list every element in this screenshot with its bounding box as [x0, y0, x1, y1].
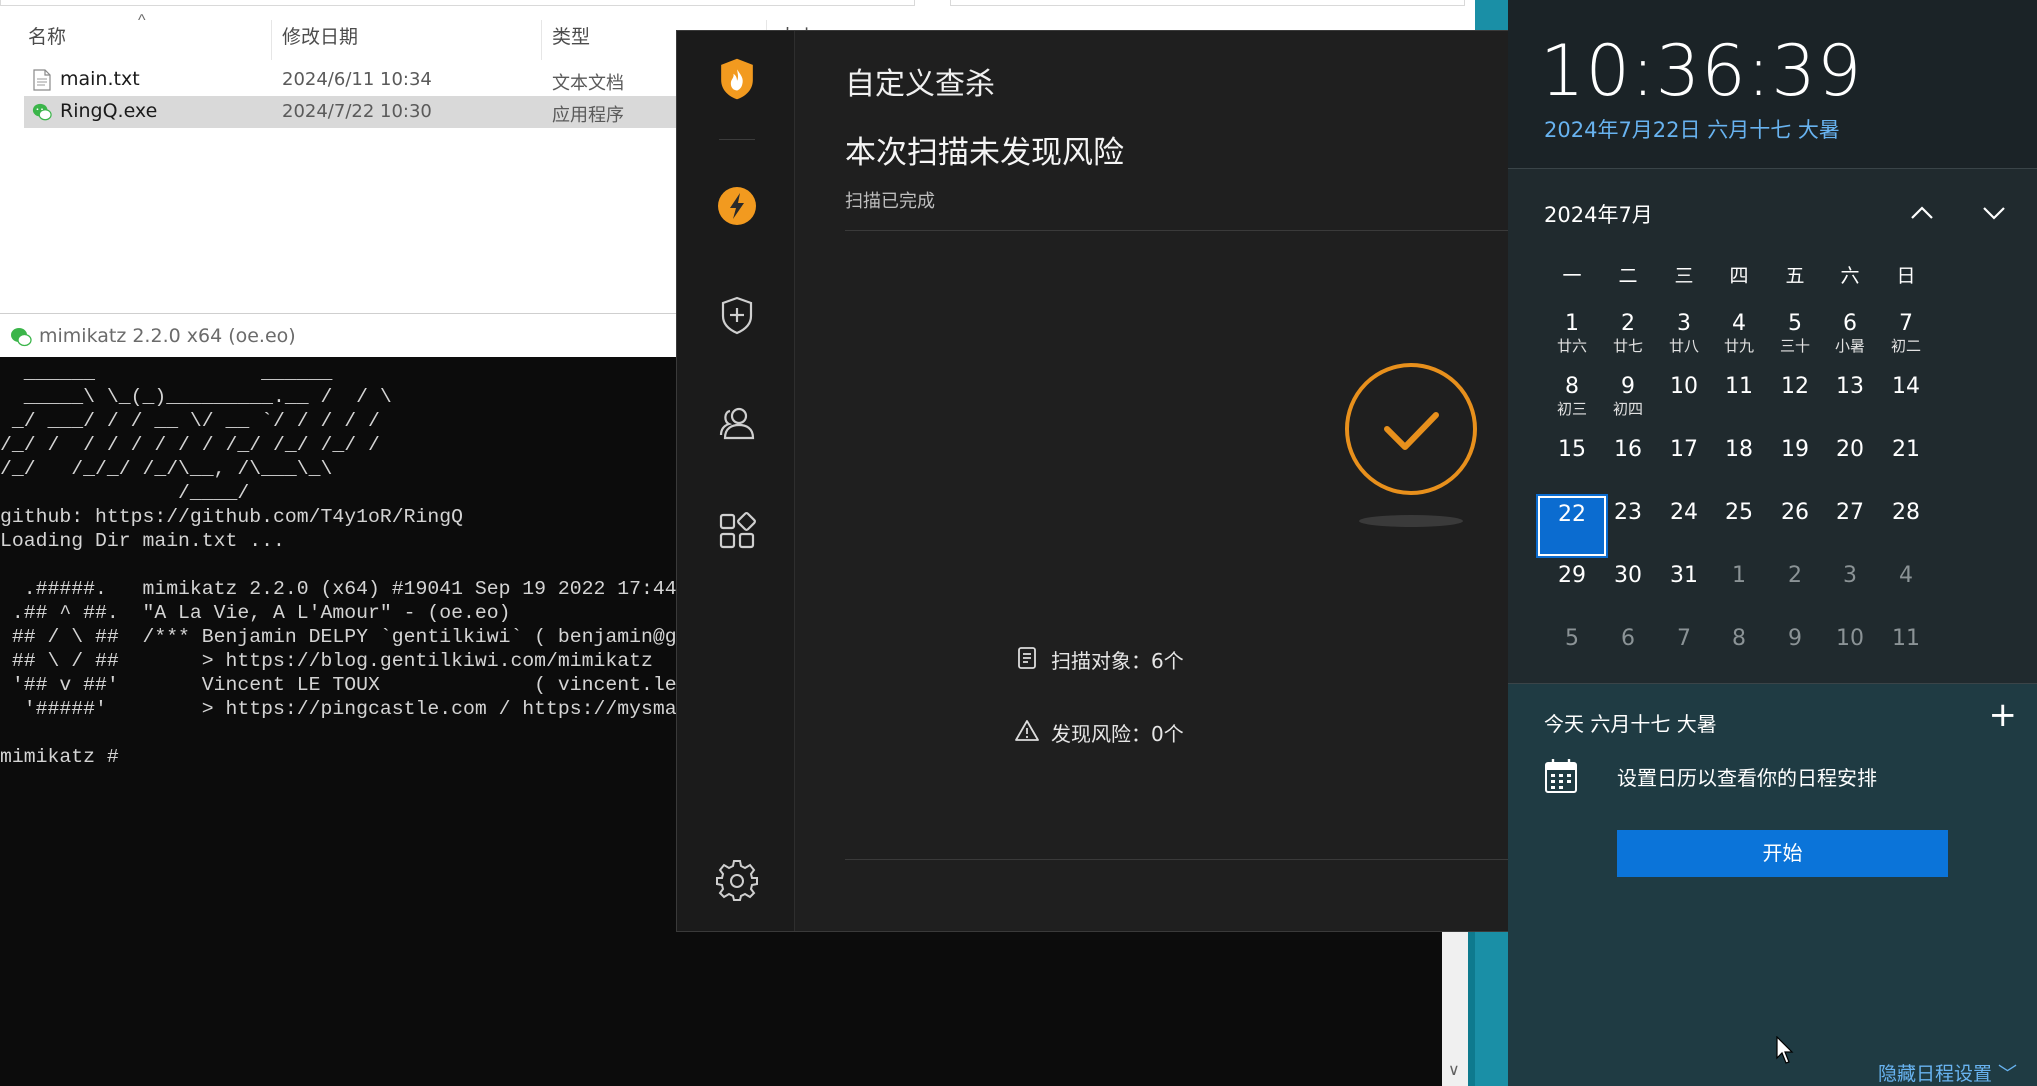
file-date: 2024/7/22 10:30	[282, 101, 432, 122]
file-row-ringq-exe[interactable]: RingQ.exe 2024/7/22 10:30 应用程序	[24, 96, 724, 128]
clock-date-link[interactable]: 2024年7月22日 六月十七 大暑	[1544, 114, 1840, 144]
start-button[interactable]: 开始	[1617, 830, 1948, 877]
calendar-panel: 2024年7月 一二三四五六日 1 廿六 2 廿七 3 廿八 4 廿九 5 三十 6 小暑 7 初二 8 初三 9…	[1508, 168, 2037, 684]
file-type: 文本文档	[552, 73, 624, 94]
check-circle-icon	[1345, 363, 1477, 495]
calendar-day[interactable]: 4	[1872, 559, 1940, 619]
add-event-button[interactable]: +	[1989, 698, 2018, 732]
file-date: 2024/6/11 10:34	[282, 69, 432, 90]
agenda-panel: 今天 六月十七 大暑 + 设置日历以查看你的日程安排 开始 隐藏日程设置 ﹀	[1508, 684, 2037, 1086]
shield-flame-logo-icon	[721, 58, 753, 100]
calendar-day-number: 14	[1892, 374, 1920, 399]
apps-grid-icon[interactable]	[715, 509, 759, 553]
file-type: 应用程序	[552, 105, 624, 126]
sort-ascending-icon: ^	[138, 12, 146, 29]
calendar-day-number: 4	[1899, 563, 1913, 588]
icon-shadow	[1359, 515, 1463, 527]
calendar-weekday-header: 日	[1896, 265, 1916, 287]
explorer-toolbar-fragment	[0, 0, 1475, 8]
clock-time: 10:36:39	[1540, 30, 1863, 112]
document-list-icon	[1018, 647, 1036, 669]
clock-panel: 10:36:39 2024年7月22日 六月十七 大暑	[1508, 0, 2037, 168]
calendar-day[interactable]: 7 初二	[1872, 307, 1940, 367]
lightning-scan-icon[interactable]	[715, 184, 759, 228]
calendar-day-number: 11	[1892, 626, 1920, 651]
page-title: 自定义查杀	[845, 67, 995, 102]
agenda-empty-text: 设置日历以查看你的日程安排	[1617, 766, 1877, 790]
sidebar-divider	[719, 139, 755, 140]
settings-gear-icon[interactable]	[715, 857, 759, 901]
divider	[845, 230, 1511, 231]
chevron-down-icon[interactable]	[1976, 195, 2012, 231]
calendar-day-number: 21	[1892, 437, 1920, 462]
file-name: RingQ.exe	[60, 100, 158, 122]
warning-triangle-icon	[1015, 720, 1039, 741]
calendar-day-number: 28	[1892, 500, 1920, 525]
file-name: main.txt	[60, 68, 140, 90]
calendar-day[interactable]: 21	[1872, 433, 1940, 493]
search-box-fragment[interactable]	[950, 0, 1465, 6]
hide-agenda-link[interactable]: 隐藏日程设置 ﹀	[1878, 1059, 2017, 1086]
chevron-down-icon[interactable]: ∨	[1448, 1060, 1460, 1080]
shield-plus-icon[interactable]	[715, 293, 759, 337]
stat-label: 扫描对象：6个	[1051, 649, 1184, 673]
agenda-today-label: 今天 六月十七 大暑	[1544, 712, 1717, 736]
stat-label: 发现风险：0个	[1051, 722, 1184, 746]
clock-calendar-flyout: 10:36:39 2024年7月22日 六月十七 大暑 2024年7月 一二三四…	[1508, 0, 2037, 1086]
console-title: mimikatz 2.2.0 x64 (oe.eo)	[39, 325, 296, 347]
column-header-type[interactable]: 类型	[552, 22, 590, 52]
column-header-name[interactable]: 名称	[28, 22, 66, 52]
file-row-main-txt[interactable]: main.txt 2024/6/11 10:34 文本文档	[24, 64, 724, 96]
security-app-window: 自定义查杀 本次扫描未发现风险 扫描已完成 扫描对象：6个 发现风险：0个	[676, 30, 1511, 932]
address-bar-fragment[interactable]	[0, 0, 915, 6]
column-divider[interactable]	[271, 20, 272, 60]
calendar-lunar-label: 初二	[1890, 337, 1921, 355]
divider	[845, 859, 1511, 860]
wechat-app-icon	[11, 328, 32, 347]
users-icon[interactable]	[715, 401, 759, 445]
security-sidebar	[677, 31, 795, 931]
scan-result-headline: 本次扫描未发现风险	[845, 135, 1124, 171]
calendar-icon	[1545, 759, 1577, 793]
scan-status: 扫描已完成	[845, 191, 935, 212]
calendar-month-label[interactable]: 2024年7月	[1544, 199, 1653, 229]
column-divider[interactable]	[541, 20, 542, 60]
column-header-date[interactable]: 修改日期	[282, 22, 358, 52]
calendar-day[interactable]: 11	[1872, 622, 1940, 682]
wechat-app-icon	[32, 103, 52, 121]
calendar-day[interactable]: 14	[1872, 370, 1940, 430]
text-file-icon	[33, 69, 51, 91]
mouse-cursor-icon	[1776, 1036, 1794, 1064]
chevron-up-icon[interactable]	[1904, 195, 1940, 231]
calendar-day-number: 7	[1899, 311, 1913, 336]
calendar-day[interactable]: 28	[1872, 496, 1940, 556]
